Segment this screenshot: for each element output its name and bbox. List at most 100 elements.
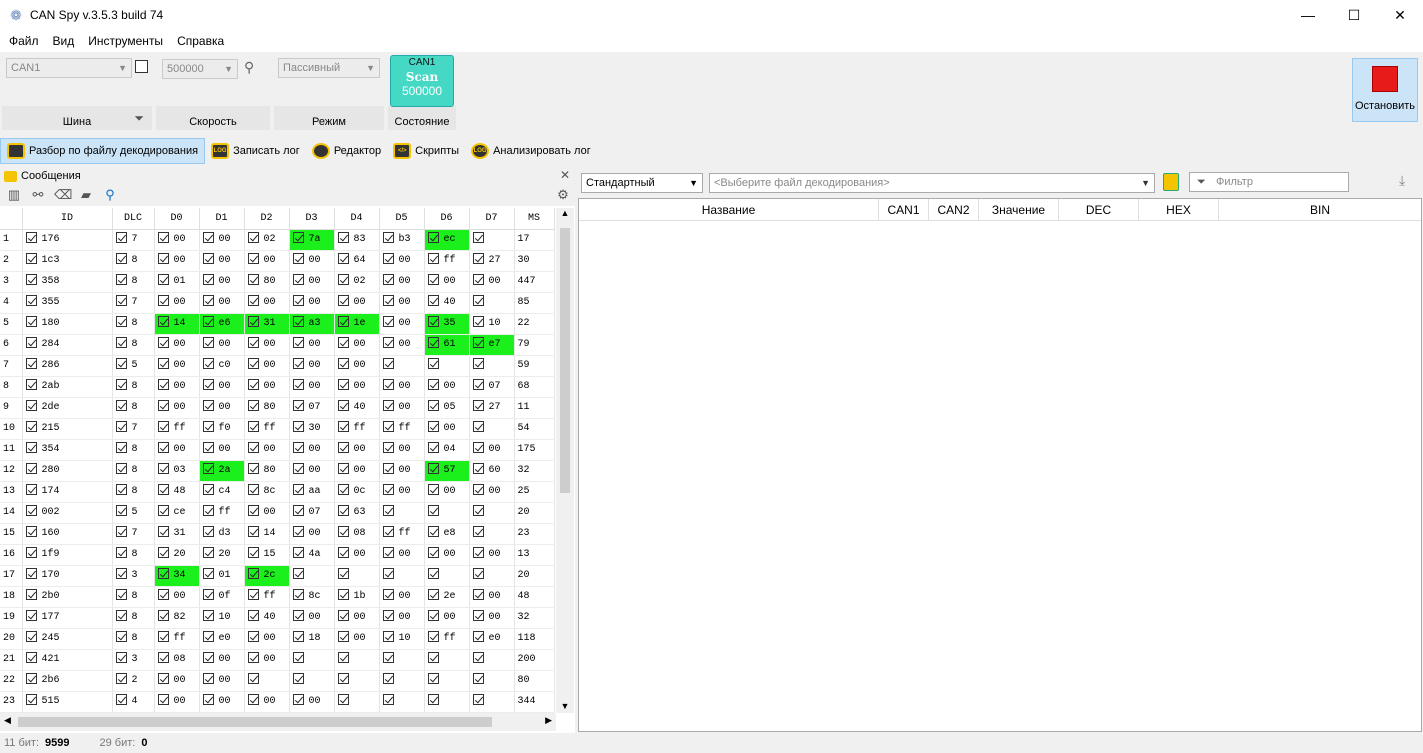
cell[interactable]: 8c xyxy=(244,481,290,503)
row-checkbox[interactable] xyxy=(247,274,259,286)
cell[interactable]: 00 xyxy=(289,439,335,461)
table-row[interactable]: 10 215 7 ff f0 ff 30 ff ff 00 54 xyxy=(0,418,555,440)
row-checkbox[interactable] xyxy=(472,232,484,244)
cell[interactable]: 00 xyxy=(289,271,335,293)
cell[interactable]: 00 xyxy=(289,523,335,545)
table-row[interactable]: 16 1f9 8 20 20 15 4a 00 00 00 00 13 xyxy=(0,544,555,566)
table-row[interactable]: 11 354 8 00 00 00 00 00 00 04 00 175 xyxy=(0,439,555,461)
row-checkbox[interactable] xyxy=(472,589,484,601)
row-checkbox[interactable] xyxy=(157,673,169,685)
stop-button[interactable]: Остановить xyxy=(1352,58,1418,122)
row-checkbox[interactable] xyxy=(382,652,394,664)
row-checkbox[interactable] xyxy=(247,358,259,370)
row-checkbox[interactable] xyxy=(382,547,394,559)
cell[interactable]: 10 xyxy=(379,628,425,650)
row-checkbox[interactable] xyxy=(337,232,349,244)
row-checkbox[interactable] xyxy=(115,610,127,622)
maximize-button[interactable]: ☐ xyxy=(1331,0,1377,30)
open-file-icon[interactable] xyxy=(1163,173,1179,191)
cell[interactable]: 40 xyxy=(244,607,290,629)
row-checkbox[interactable] xyxy=(202,631,214,643)
row-checkbox[interactable] xyxy=(202,337,214,349)
cell[interactable]: 0f xyxy=(199,586,245,608)
cell[interactable]: ff xyxy=(379,523,425,545)
row-checkbox[interactable] xyxy=(202,421,214,433)
cell[interactable] xyxy=(469,649,515,671)
standard-select[interactable]: Стандартный ▼ xyxy=(581,173,703,193)
cell[interactable]: 00 xyxy=(289,460,335,482)
cell[interactable]: 00 xyxy=(244,691,290,713)
vertical-scrollbar[interactable]: ▲ ▼ xyxy=(556,208,574,713)
cell[interactable]: 00 xyxy=(199,229,245,251)
row-checkbox[interactable] xyxy=(202,232,214,244)
cell[interactable]: 00 xyxy=(154,250,200,272)
cell[interactable]: 02 xyxy=(244,229,290,251)
row-checkbox[interactable] xyxy=(427,295,439,307)
row-checkbox[interactable] xyxy=(202,526,214,538)
cell[interactable]: 00 xyxy=(334,376,380,398)
row-checkbox[interactable] xyxy=(25,295,37,307)
cell[interactable]: 1f9 xyxy=(22,544,113,566)
row-checkbox[interactable] xyxy=(247,568,259,580)
row-checkbox[interactable] xyxy=(337,400,349,412)
column-header[interactable]: D4 xyxy=(334,208,380,230)
cell[interactable]: 04 xyxy=(424,439,470,461)
cell[interactable]: 8 xyxy=(112,397,155,419)
cell[interactable]: 00 xyxy=(469,271,515,293)
row-checkbox[interactable] xyxy=(292,652,304,664)
cell[interactable]: 358 xyxy=(22,271,113,293)
cell[interactable]: 08 xyxy=(154,649,200,671)
cell[interactable] xyxy=(424,691,470,713)
row-checkbox[interactable] xyxy=(247,316,259,328)
row-checkbox[interactable] xyxy=(472,694,484,706)
col-can1[interactable]: CAN1 xyxy=(879,199,929,220)
row-checkbox[interactable] xyxy=(382,442,394,454)
cell[interactable]: 421 xyxy=(22,649,113,671)
cell[interactable]: 14 xyxy=(244,523,290,545)
row-checkbox[interactable] xyxy=(382,589,394,601)
cell[interactable]: 160 xyxy=(22,523,113,545)
cell[interactable]: 3 xyxy=(112,565,155,587)
cell[interactable]: ff xyxy=(424,628,470,650)
cell[interactable]: 8 xyxy=(112,628,155,650)
row-checkbox[interactable] xyxy=(292,421,304,433)
row-checkbox[interactable] xyxy=(115,253,127,265)
cell[interactable] xyxy=(334,670,380,692)
row-checkbox[interactable] xyxy=(427,442,439,454)
cell[interactable]: 20 xyxy=(154,544,200,566)
column-header[interactable]: D5 xyxy=(379,208,425,230)
table-row[interactable]: 8 2ab 8 00 00 00 00 00 00 00 07 68 xyxy=(0,376,555,398)
cell[interactable]: 180 xyxy=(22,313,113,335)
search-icon[interactable]: ⚲ xyxy=(244,59,254,76)
row-checkbox[interactable] xyxy=(292,379,304,391)
row-checkbox[interactable] xyxy=(115,337,127,349)
row-checkbox[interactable] xyxy=(427,526,439,538)
cell[interactable]: 8 xyxy=(112,271,155,293)
row-checkbox[interactable] xyxy=(247,694,259,706)
cell[interactable] xyxy=(289,565,335,587)
cell[interactable]: 00 xyxy=(379,460,425,482)
cell[interactable]: 170 xyxy=(22,565,113,587)
row-checkbox[interactable] xyxy=(202,442,214,454)
table-row[interactable]: 21 421 3 08 00 00 200 xyxy=(0,649,555,671)
search-icon[interactable]: ⚲ xyxy=(102,187,118,203)
cell[interactable] xyxy=(424,670,470,692)
cell[interactable]: 30 xyxy=(289,418,335,440)
row-checkbox[interactable] xyxy=(247,673,259,685)
cell[interactable]: 280 xyxy=(22,460,113,482)
cell[interactable]: 00 xyxy=(334,334,380,356)
row-checkbox[interactable] xyxy=(202,400,214,412)
row-checkbox[interactable] xyxy=(382,610,394,622)
mode-select[interactable]: Пассивный ▼ xyxy=(278,58,380,78)
row-checkbox[interactable] xyxy=(157,442,169,454)
row-checkbox[interactable] xyxy=(115,358,127,370)
row-checkbox[interactable] xyxy=(247,505,259,517)
row-checkbox[interactable] xyxy=(247,526,259,538)
row-checkbox[interactable] xyxy=(472,652,484,664)
row-checkbox[interactable] xyxy=(25,526,37,538)
settings-icon[interactable]: ⚙ xyxy=(555,187,571,203)
cell[interactable]: 80 xyxy=(244,271,290,293)
cell[interactable]: 31 xyxy=(154,523,200,545)
cell[interactable]: 2c xyxy=(244,565,290,587)
row-checkbox[interactable] xyxy=(337,379,349,391)
